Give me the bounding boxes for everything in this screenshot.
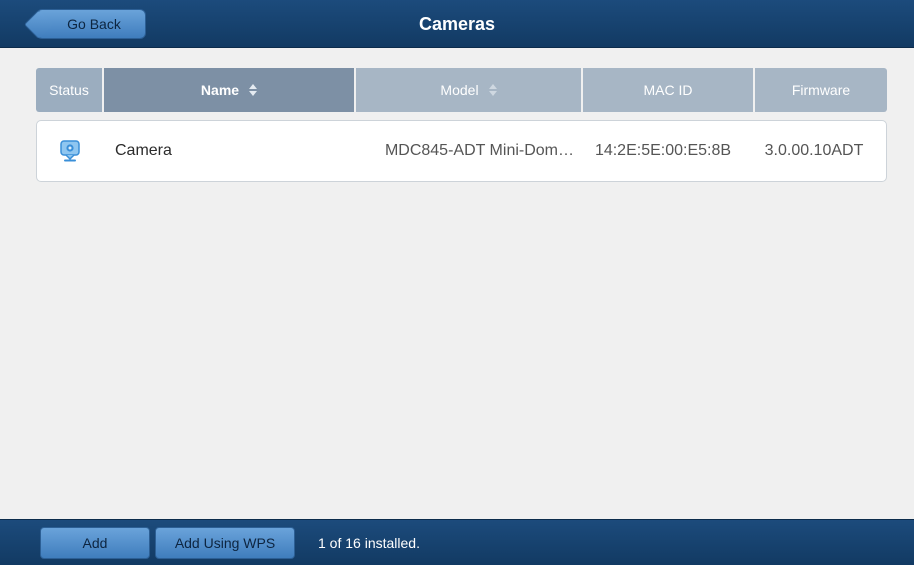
camera-online-icon (60, 140, 80, 162)
table-header: Status Name Model MAC ID Firmware (36, 68, 887, 112)
column-header-status: Status (36, 68, 102, 112)
camera-mac-id: 14:2E:5E:00:E5:8B (594, 142, 732, 159)
column-label: MAC ID (643, 82, 693, 98)
camera-name: Camera (115, 142, 172, 159)
column-header-firmware: Firmware (755, 68, 887, 112)
column-label: Firmware (791, 82, 851, 98)
sort-icon (249, 84, 258, 96)
status-cell (37, 140, 103, 162)
camera-firmware: 3.0.00.10ADT (764, 142, 864, 159)
go-back-button[interactable]: Go Back (36, 9, 146, 39)
top-bar: Go Back Cameras (0, 0, 914, 48)
add-button-label: Add (82, 535, 108, 551)
table-row[interactable]: Camera MDC845-ADT Mini-Dom… 14:2E:5E:00:… (36, 120, 887, 182)
column-header-mac-id: MAC ID (583, 68, 753, 112)
sort-icon (488, 84, 497, 96)
column-label: Status (49, 82, 89, 98)
column-label: Name (200, 82, 240, 98)
camera-model: MDC845-ADT Mini-Dom… (384, 142, 574, 159)
column-header-model[interactable]: Model (356, 68, 581, 112)
add-using-wps-label: Add Using WPS (174, 535, 276, 551)
column-header-name[interactable]: Name (104, 68, 354, 112)
install-count: 1 of 16 installed. (318, 535, 420, 551)
add-using-wps-button[interactable]: Add Using WPS (155, 527, 295, 559)
column-label: Model (440, 82, 479, 98)
go-back-label: Go Back (67, 16, 121, 32)
bottom-bar: Add Add Using WPS 1 of 16 installed. (0, 519, 914, 565)
add-button[interactable]: Add (40, 527, 150, 559)
